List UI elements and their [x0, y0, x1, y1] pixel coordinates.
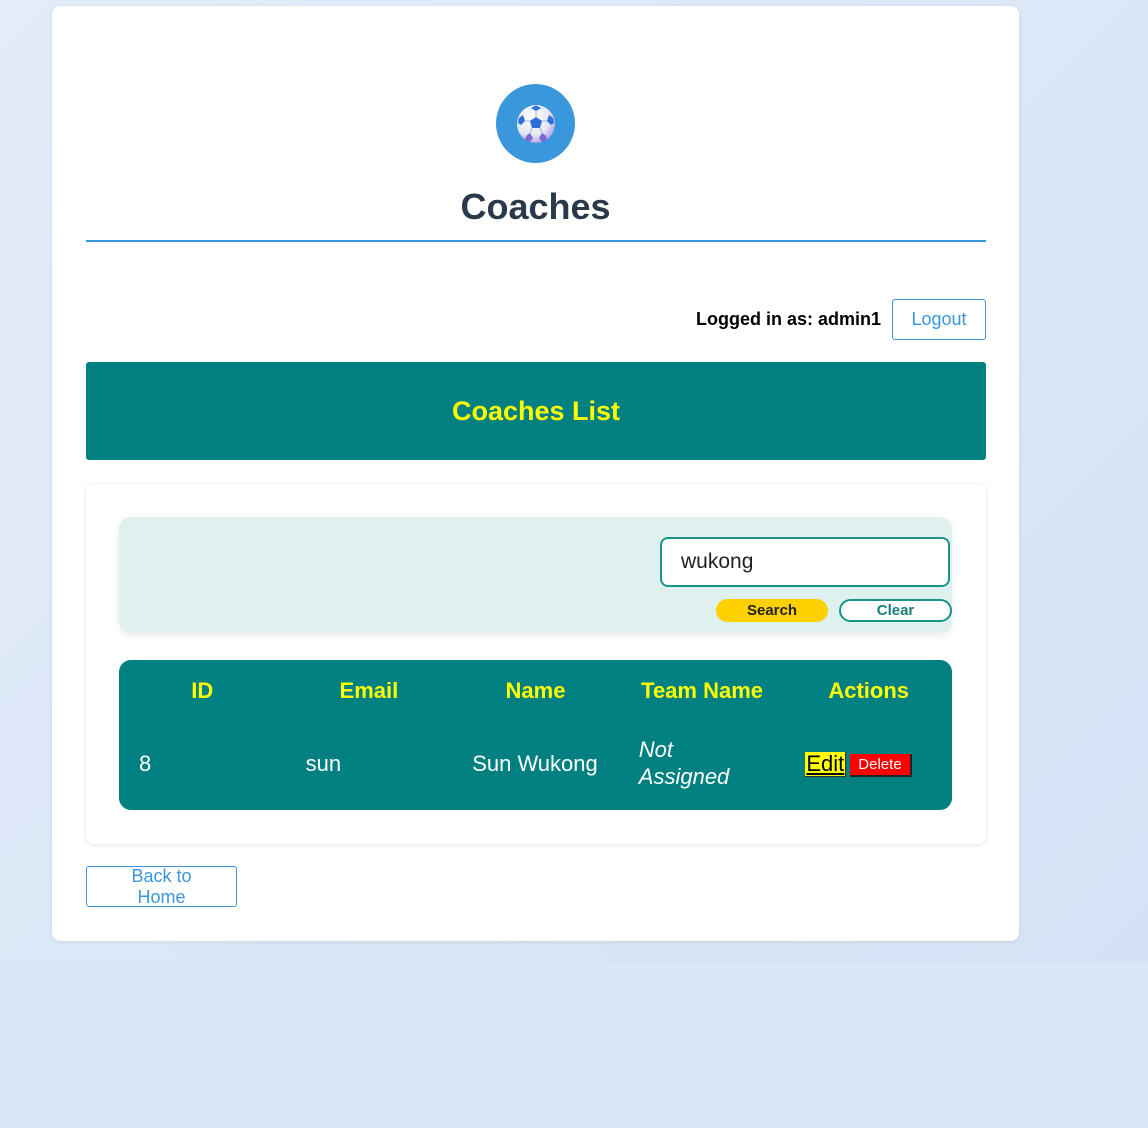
back-to-home-button[interactable]: Back to Home [86, 866, 237, 907]
column-header-actions: Actions [828, 678, 910, 703]
cell-team-name: Not Assigned [638, 737, 730, 789]
page-title: Coaches [460, 186, 611, 227]
column-header-name: Name [505, 678, 566, 703]
soccer-ball-icon [516, 104, 555, 143]
main-card: Coaches Logged in as: admin1 Logout Coac… [52, 6, 1019, 941]
table-row: 8 sun Sun Wukong Not Assigned Edit Delete [119, 722, 952, 804]
logged-in-label: Logged in as: admin1 [695, 309, 881, 329]
coaches-panel: Search Clear ID Email Name Team Name Act… [86, 484, 986, 844]
cell-email: sun [305, 750, 342, 776]
coaches-list-header: Coaches List [86, 362, 986, 460]
title-divider [86, 240, 986, 242]
delete-button[interactable]: Delete [850, 753, 912, 777]
coaches-list-title: Coaches List [451, 395, 621, 426]
search-input[interactable] [660, 537, 950, 587]
cell-id: 8 [139, 750, 152, 776]
column-header-email: Email [339, 678, 399, 703]
coaches-table: ID Email Name Team Name Actions 8 sun Su… [119, 660, 952, 810]
user-bar: Logged in as: admin1 Logout [86, 299, 986, 340]
logout-button[interactable]: Logout [892, 299, 986, 340]
search-button[interactable]: Search [716, 599, 828, 622]
logo [496, 84, 575, 163]
cell-name: Sun Wukong [472, 750, 598, 776]
table-header-row: ID Email Name Team Name Actions [119, 660, 952, 722]
column-header-team-name: Team Name [641, 678, 764, 703]
search-box: Search Clear [119, 517, 952, 633]
column-header-id: ID [191, 678, 214, 703]
clear-button[interactable]: Clear [839, 599, 952, 622]
edit-button[interactable]: Edit [805, 751, 847, 777]
cell-actions: Edit Delete [785, 722, 952, 804]
